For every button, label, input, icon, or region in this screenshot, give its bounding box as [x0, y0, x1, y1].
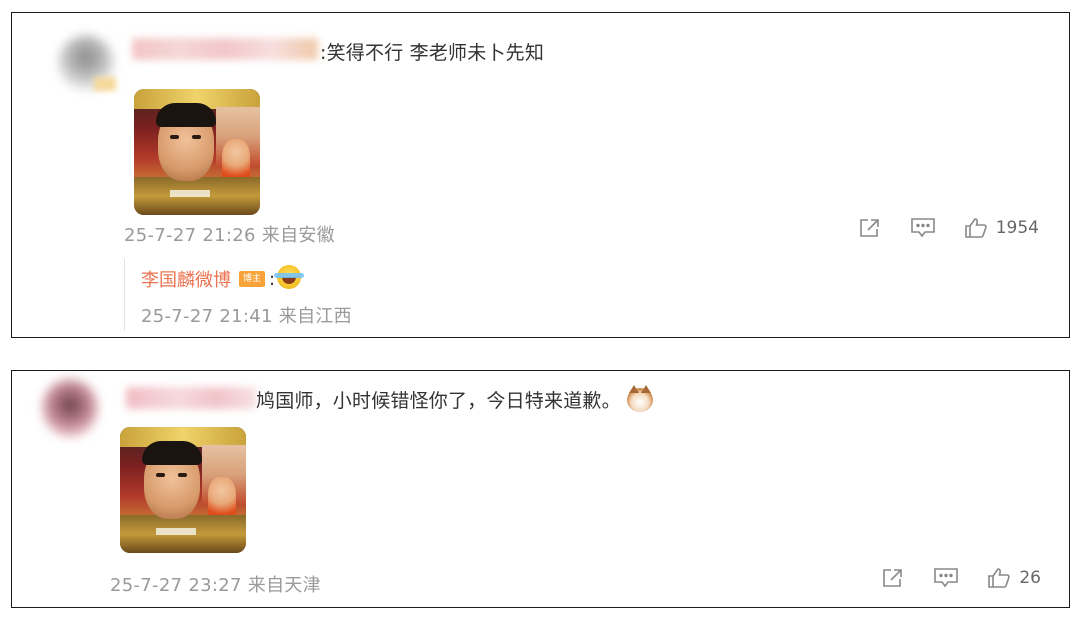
reply-timestamp: 25-7-27 21:41 来自江西 — [141, 306, 352, 327]
laughing-tears-emoji-icon — [274, 265, 305, 289]
like-count: 1954 — [995, 218, 1039, 238]
share-icon — [883, 569, 903, 587]
comment-button[interactable] — [933, 567, 959, 589]
comment-image[interactable] — [134, 89, 260, 215]
comment-actions: 1954 — [830, 217, 1039, 239]
comment-text: :笑得不行 李老师未卜先知 — [320, 38, 544, 65]
like-count: 26 — [1019, 568, 1041, 588]
comment-text: 鸠国师，小时候错怪你了，今日特来道歉。 — [256, 384, 653, 414]
comment-icon — [910, 218, 935, 238]
username-blurred[interactable] — [126, 387, 256, 409]
comment-timestamp: 25-7-27 23:27 来自天津 — [110, 575, 321, 596]
username-blurred[interactable] — [132, 38, 318, 60]
reply-colon: : — [269, 268, 276, 290]
thumbs-up-icon — [964, 218, 987, 238]
comment-icon — [934, 568, 959, 588]
avatar-badge — [94, 77, 116, 91]
comment-button[interactable] — [910, 217, 936, 239]
reply-thread: 李国麟微博 博主 : 25-7-27 21:41 来自江西 — [124, 259, 524, 331]
reply-author[interactable]: 李国麟微博 — [141, 266, 231, 292]
avatar[interactable] — [42, 379, 98, 437]
comment-body: :笑得不行 李老师未卜先知 — [320, 42, 545, 64]
comment-timestamp: 25-7-27 21:26 来自安徽 — [124, 225, 335, 246]
share-button[interactable] — [858, 217, 882, 239]
comment-body: 鸠国师，小时候错怪你了，今日特来道歉。 — [256, 390, 621, 412]
comment-actions: 26 — [853, 567, 1041, 589]
cat-emoji-icon — [626, 384, 653, 412]
comment-card: 鸠国师，小时候错怪你了，今日特来道歉。 25-7-27 23:27 来自天津 2… — [11, 370, 1070, 608]
author-badge: 博主 — [239, 271, 266, 287]
share-button[interactable] — [881, 567, 905, 589]
comment-card: :笑得不行 李老师未卜先知 25-7-27 21:26 来自安徽 1954 李国… — [11, 12, 1070, 338]
like-button[interactable]: 1954 — [964, 217, 1039, 239]
thumbs-up-icon — [988, 568, 1011, 588]
like-button[interactable]: 26 — [987, 567, 1041, 589]
comment-image[interactable] — [120, 427, 246, 553]
share-icon — [859, 219, 879, 237]
